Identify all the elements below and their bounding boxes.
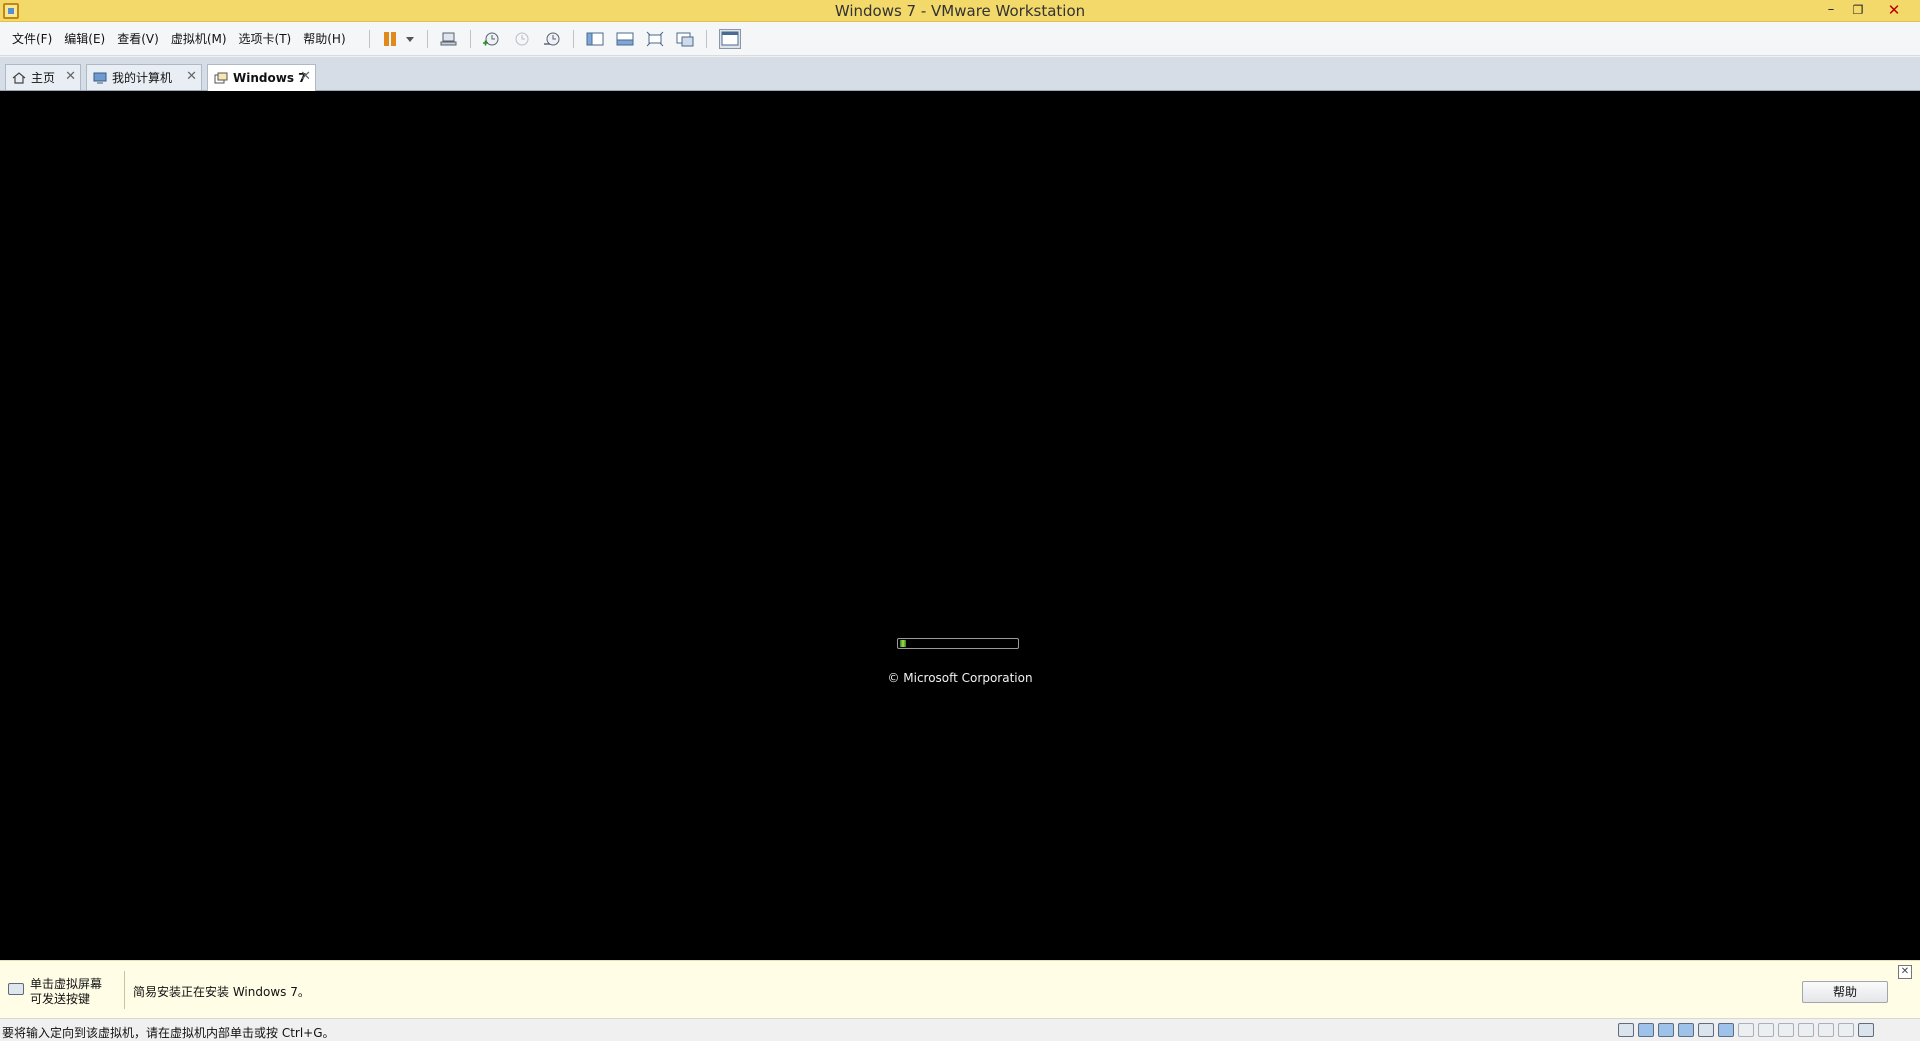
hard-disk-icon[interactable] — [1618, 1023, 1634, 1037]
menu-bar: 文件(F) 编辑(E) 查看(V) 虚拟机(M) 选项卡(T) 帮助(H) — [0, 22, 352, 56]
window-title: Windows 7 - VMware Workstation — [834, 2, 1086, 20]
close-button[interactable]: ✕ — [1872, 0, 1916, 20]
usb-icon-6[interactable] — [1838, 1023, 1854, 1037]
click-screen-hint: 单击虚拟屏幕 可发送按键 — [30, 977, 102, 1007]
usb-icon-2[interactable] — [1758, 1023, 1774, 1037]
boot-progress-fill — [900, 640, 906, 647]
click-screen-hint-line1: 单击虚拟屏幕 — [30, 977, 103, 991]
floppy-icon[interactable] — [1658, 1023, 1674, 1037]
tab-home-label: 主页 — [31, 71, 56, 85]
menu-edit[interactable]: 编辑(E) — [58, 22, 111, 56]
thumbnail-bar-icon[interactable] — [616, 31, 634, 47]
home-icon — [12, 71, 26, 84]
vm-icon — [214, 72, 228, 84]
click-screen-hint-line2: 可发送按键 — [30, 992, 91, 1006]
vmware-window: Windows 7 - VMware Workstation – ❐ ✕ 文件(… — [0, 0, 1920, 1041]
vm-console-screen[interactable]: © Microsoft Corporation — [0, 91, 1920, 960]
toolbar-separator — [573, 30, 574, 48]
toolbar-separator — [470, 30, 471, 48]
tab-my-computer-label: 我的计算机 — [112, 71, 173, 85]
console-view-icon[interactable] — [719, 29, 741, 49]
tab-my-computer[interactable]: 我的计算机 ✕ — [86, 64, 202, 90]
cd-dvd-icon[interactable] — [1638, 1023, 1654, 1037]
notification-divider — [124, 971, 125, 1009]
notification-bar: 单击虚拟屏幕 可发送按键 简易安装正在安装 Windows 7。 帮助 ✕ — [0, 960, 1920, 1018]
restore-button[interactable]: ❐ — [1845, 0, 1871, 20]
snapshot-revert-icon[interactable] — [512, 31, 530, 47]
menu-view[interactable]: 查看(V) — [111, 22, 165, 56]
notification-close-icon[interactable]: ✕ — [1898, 965, 1912, 979]
full-screen-icon[interactable] — [646, 31, 664, 47]
usb-icon-4[interactable] — [1798, 1023, 1814, 1037]
toolbar-separator — [706, 30, 707, 48]
status-bar: 要将输入定向到该虚拟机，请在虚拟机内部单击或按 Ctrl+G。 — [0, 1018, 1920, 1041]
minimize-button[interactable]: – — [1818, 0, 1844, 20]
tab-windows-7-label: Windows 7 — [233, 71, 307, 85]
help-button[interactable]: 帮助 — [1802, 981, 1888, 1003]
status-text: 要将输入定向到该虚拟机，请在虚拟机内部单击或按 Ctrl+G。 — [2, 1026, 335, 1040]
tab-my-computer-close-icon[interactable]: ✕ — [186, 69, 197, 85]
tab-strip: 主页 ✕ 我的计算机 ✕ Windows 7 ✕ — [0, 57, 1920, 91]
menu-file[interactable]: 文件(F) — [6, 22, 58, 56]
boot-copyright: © Microsoft Corporation — [887, 671, 1033, 685]
pause-icon[interactable] — [382, 31, 398, 47]
network-icon[interactable] — [1678, 1023, 1694, 1037]
sound-icon[interactable] — [1718, 1023, 1734, 1037]
easy-install-message: 简易安装正在安装 Windows 7。 — [133, 985, 310, 999]
boot-progress-bar — [897, 638, 1019, 649]
usb-icon-3[interactable] — [1778, 1023, 1794, 1037]
keyboard-icon — [8, 983, 24, 995]
show-library-icon[interactable] — [586, 31, 604, 47]
usb-icon[interactable] — [1738, 1023, 1754, 1037]
tab-home-close-icon[interactable]: ✕ — [65, 69, 76, 85]
usb-icon-5[interactable] — [1818, 1023, 1834, 1037]
toolbar-separator — [427, 30, 428, 48]
menu-tabs[interactable]: 选项卡(T) — [233, 22, 298, 56]
snapshot-manager-icon[interactable] — [543, 31, 561, 47]
tab-windows-7[interactable]: Windows 7 ✕ — [207, 64, 316, 91]
menu-toolbar: 文件(F) 编辑(E) 查看(V) 虚拟机(M) 选项卡(T) 帮助(H) — [0, 22, 1920, 56]
snapshot-take-icon[interactable] — [482, 31, 500, 47]
title-bar: Windows 7 - VMware Workstation – ❐ ✕ — [0, 0, 1920, 22]
tab-windows-7-close-icon[interactable]: ✕ — [300, 69, 311, 85]
power-dropdown-icon[interactable] — [406, 37, 414, 42]
computer-icon — [93, 72, 107, 83]
send-ctrl-alt-del-icon[interactable] — [440, 31, 458, 47]
menu-vm[interactable]: 虚拟机(M) — [165, 22, 233, 56]
printer-icon[interactable] — [1698, 1023, 1714, 1037]
message-icon[interactable] — [1858, 1023, 1874, 1037]
unity-icon[interactable] — [676, 31, 694, 47]
toolbar-separator — [369, 30, 370, 48]
menu-help[interactable]: 帮助(H) — [297, 22, 351, 56]
device-icons — [1618, 1023, 1874, 1037]
tab-home[interactable]: 主页 ✕ — [5, 64, 81, 90]
